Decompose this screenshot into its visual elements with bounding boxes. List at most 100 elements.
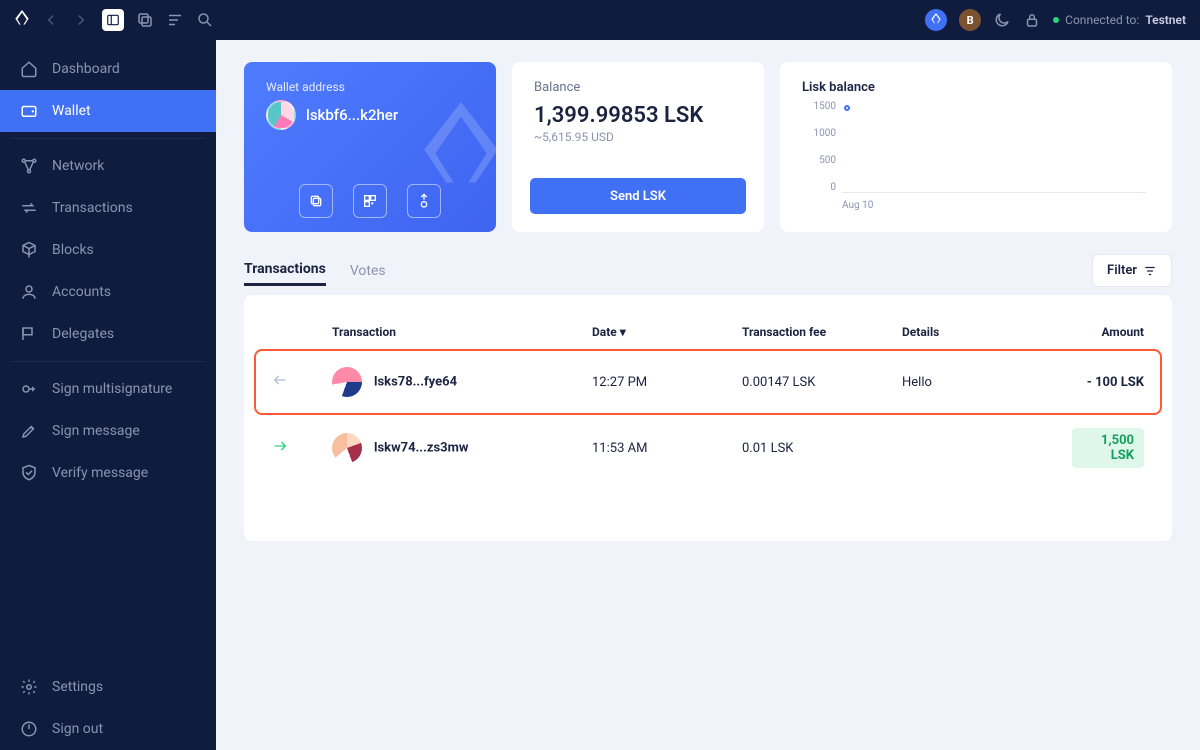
nav-forward-icon[interactable] bbox=[72, 11, 90, 29]
sidebar-item-label: Sign multisignature bbox=[52, 381, 172, 397]
sidebar-item-delegates[interactable]: Delegates bbox=[0, 313, 216, 355]
sidebar-item-label: Accounts bbox=[52, 284, 111, 300]
sidebar-item-label: Sign out bbox=[52, 721, 103, 737]
filter-label: Filter bbox=[1107, 263, 1137, 278]
token-badge-lsk[interactable] bbox=[925, 9, 947, 31]
search-icon[interactable] bbox=[196, 11, 214, 29]
lisk-logo-icon bbox=[14, 10, 30, 30]
sidebar-item-sign-multisig[interactable]: Sign multisignature bbox=[0, 368, 216, 410]
col-details: Details bbox=[902, 325, 1072, 339]
wallet-address-label: Wallet address bbox=[266, 80, 474, 94]
sidebar-item-label: Blocks bbox=[52, 242, 94, 258]
sidebar-item-label: Verify message bbox=[52, 465, 148, 481]
sidebar-item-dashboard[interactable]: Dashboard bbox=[0, 48, 216, 90]
arrow-in-icon bbox=[272, 438, 288, 454]
table-row[interactable]: lsks78...fye64 12:27 PM 0.00147 LSK Hell… bbox=[244, 349, 1172, 415]
y-tick: 1000 bbox=[802, 128, 836, 139]
sidebar-item-sign-message[interactable]: Sign message bbox=[0, 410, 216, 452]
sidebar-item-transactions[interactable]: Transactions bbox=[0, 187, 216, 229]
sidebar-item-label: Transactions bbox=[52, 200, 133, 216]
token-badge-btc[interactable]: B bbox=[959, 9, 981, 31]
sidebar-item-label: Dashboard bbox=[52, 61, 120, 77]
chart-data-point bbox=[844, 105, 850, 111]
balance-card: Balance 1,399.99853 LSK ~5,615.95 USD Se… bbox=[512, 62, 764, 232]
sidebar-item-label: Wallet bbox=[52, 103, 91, 119]
sidebar-item-label: Sign message bbox=[52, 423, 140, 439]
accounts-icon bbox=[20, 283, 38, 301]
tx-amount: 1,500 LSK bbox=[1072, 428, 1144, 468]
sign-message-icon bbox=[20, 422, 38, 440]
y-tick: 1500 bbox=[802, 101, 836, 112]
sidebar-item-accounts[interactable]: Accounts bbox=[0, 271, 216, 313]
tx-fee: 0.01 LSK bbox=[742, 441, 902, 456]
topbar: B Connected to: Testnet bbox=[0, 0, 1200, 40]
wallet-address-card: Wallet address lskbf6...k2her bbox=[244, 62, 496, 232]
tx-avatar bbox=[332, 367, 362, 397]
tx-fee: 0.00147 LSK bbox=[742, 375, 902, 390]
chart-title: Lisk balance bbox=[802, 80, 1150, 95]
chart-area: 1500 1000 500 0 Aug 10 bbox=[802, 101, 1150, 211]
connection-status: Connected to: Testnet bbox=[1053, 13, 1186, 27]
delegates-icon bbox=[20, 325, 38, 343]
power-icon bbox=[20, 720, 38, 738]
balance-usd: ~5,615.95 USD bbox=[534, 130, 742, 144]
send-lsk-button[interactable]: Send LSK bbox=[530, 178, 746, 214]
tab-votes[interactable]: Votes bbox=[350, 257, 386, 285]
col-transaction: Transaction bbox=[332, 325, 592, 339]
sidebar-item-settings[interactable]: Settings bbox=[0, 666, 216, 708]
balance-label: Balance bbox=[534, 80, 742, 95]
moon-icon[interactable] bbox=[993, 11, 1011, 29]
tx-avatar bbox=[332, 433, 362, 463]
gear-icon bbox=[20, 678, 38, 696]
tx-date: 11:53 AM bbox=[592, 441, 742, 456]
blocks-icon bbox=[20, 241, 38, 259]
status-dot-icon bbox=[1053, 17, 1059, 23]
tx-counterparty: lskw74...zs3mw bbox=[374, 440, 468, 455]
transactions-table: Transaction Date ▾ Transaction fee Detai… bbox=[244, 295, 1172, 541]
connected-value: Testnet bbox=[1145, 13, 1186, 27]
sidebar-item-label: Delegates bbox=[52, 326, 114, 342]
sidebar-item-blocks[interactable]: Blocks bbox=[0, 229, 216, 271]
tx-date: 12:27 PM bbox=[592, 375, 742, 390]
verify-icon bbox=[20, 464, 38, 482]
tx-details: Hello bbox=[902, 375, 1072, 390]
request-button[interactable] bbox=[407, 184, 441, 218]
multisig-icon bbox=[20, 380, 38, 398]
sidebar: Dashboard Wallet Network Transactions Bl… bbox=[0, 40, 216, 750]
lock-icon[interactable] bbox=[1023, 11, 1041, 29]
filter-icon bbox=[1143, 264, 1157, 278]
tx-counterparty: lsks78...fye64 bbox=[374, 374, 457, 389]
copy-icon[interactable] bbox=[136, 11, 154, 29]
x-tick: Aug 10 bbox=[842, 200, 873, 211]
sidebar-toggle-button[interactable] bbox=[102, 9, 124, 31]
y-tick: 0 bbox=[802, 182, 836, 193]
sidebar-item-signout[interactable]: Sign out bbox=[0, 708, 216, 750]
sidebar-item-network[interactable]: Network bbox=[0, 145, 216, 187]
transactions-icon bbox=[20, 199, 38, 217]
qr-code-button[interactable] bbox=[353, 184, 387, 218]
lisk-balance-chart-card: Lisk balance 1500 1000 500 0 Aug 10 bbox=[780, 62, 1172, 232]
balance-amount: 1,399.99853 LSK bbox=[534, 103, 742, 128]
list-icon[interactable] bbox=[166, 11, 184, 29]
copy-address-button[interactable] bbox=[299, 184, 333, 218]
home-icon bbox=[20, 60, 38, 78]
filter-button[interactable]: Filter bbox=[1092, 254, 1172, 287]
wallet-address-value: lskbf6...k2her bbox=[306, 106, 398, 124]
col-date[interactable]: Date ▾ bbox=[592, 325, 742, 339]
tab-transactions[interactable]: Transactions bbox=[244, 255, 326, 286]
col-fee: Transaction fee bbox=[742, 325, 902, 339]
table-row[interactable]: lskw74...zs3mw 11:53 AM 0.01 LSK 1,500 L… bbox=[244, 415, 1172, 481]
sidebar-item-verify-message[interactable]: Verify message bbox=[0, 452, 216, 494]
network-icon bbox=[20, 157, 38, 175]
nav-back-icon[interactable] bbox=[42, 11, 60, 29]
sidebar-item-label: Settings bbox=[52, 679, 103, 695]
connected-label: Connected to: bbox=[1065, 13, 1139, 27]
wallet-icon bbox=[20, 102, 38, 120]
sidebar-item-label: Network bbox=[52, 158, 104, 174]
sort-desc-icon: ▾ bbox=[620, 325, 626, 339]
main-content: Wallet address lskbf6...k2her Balance 1,… bbox=[216, 40, 1200, 750]
sidebar-item-wallet[interactable]: Wallet bbox=[0, 90, 216, 132]
tx-amount: - 100 LSK bbox=[1072, 375, 1144, 390]
col-amount: Amount bbox=[1072, 325, 1144, 339]
wallet-avatar bbox=[266, 100, 296, 130]
